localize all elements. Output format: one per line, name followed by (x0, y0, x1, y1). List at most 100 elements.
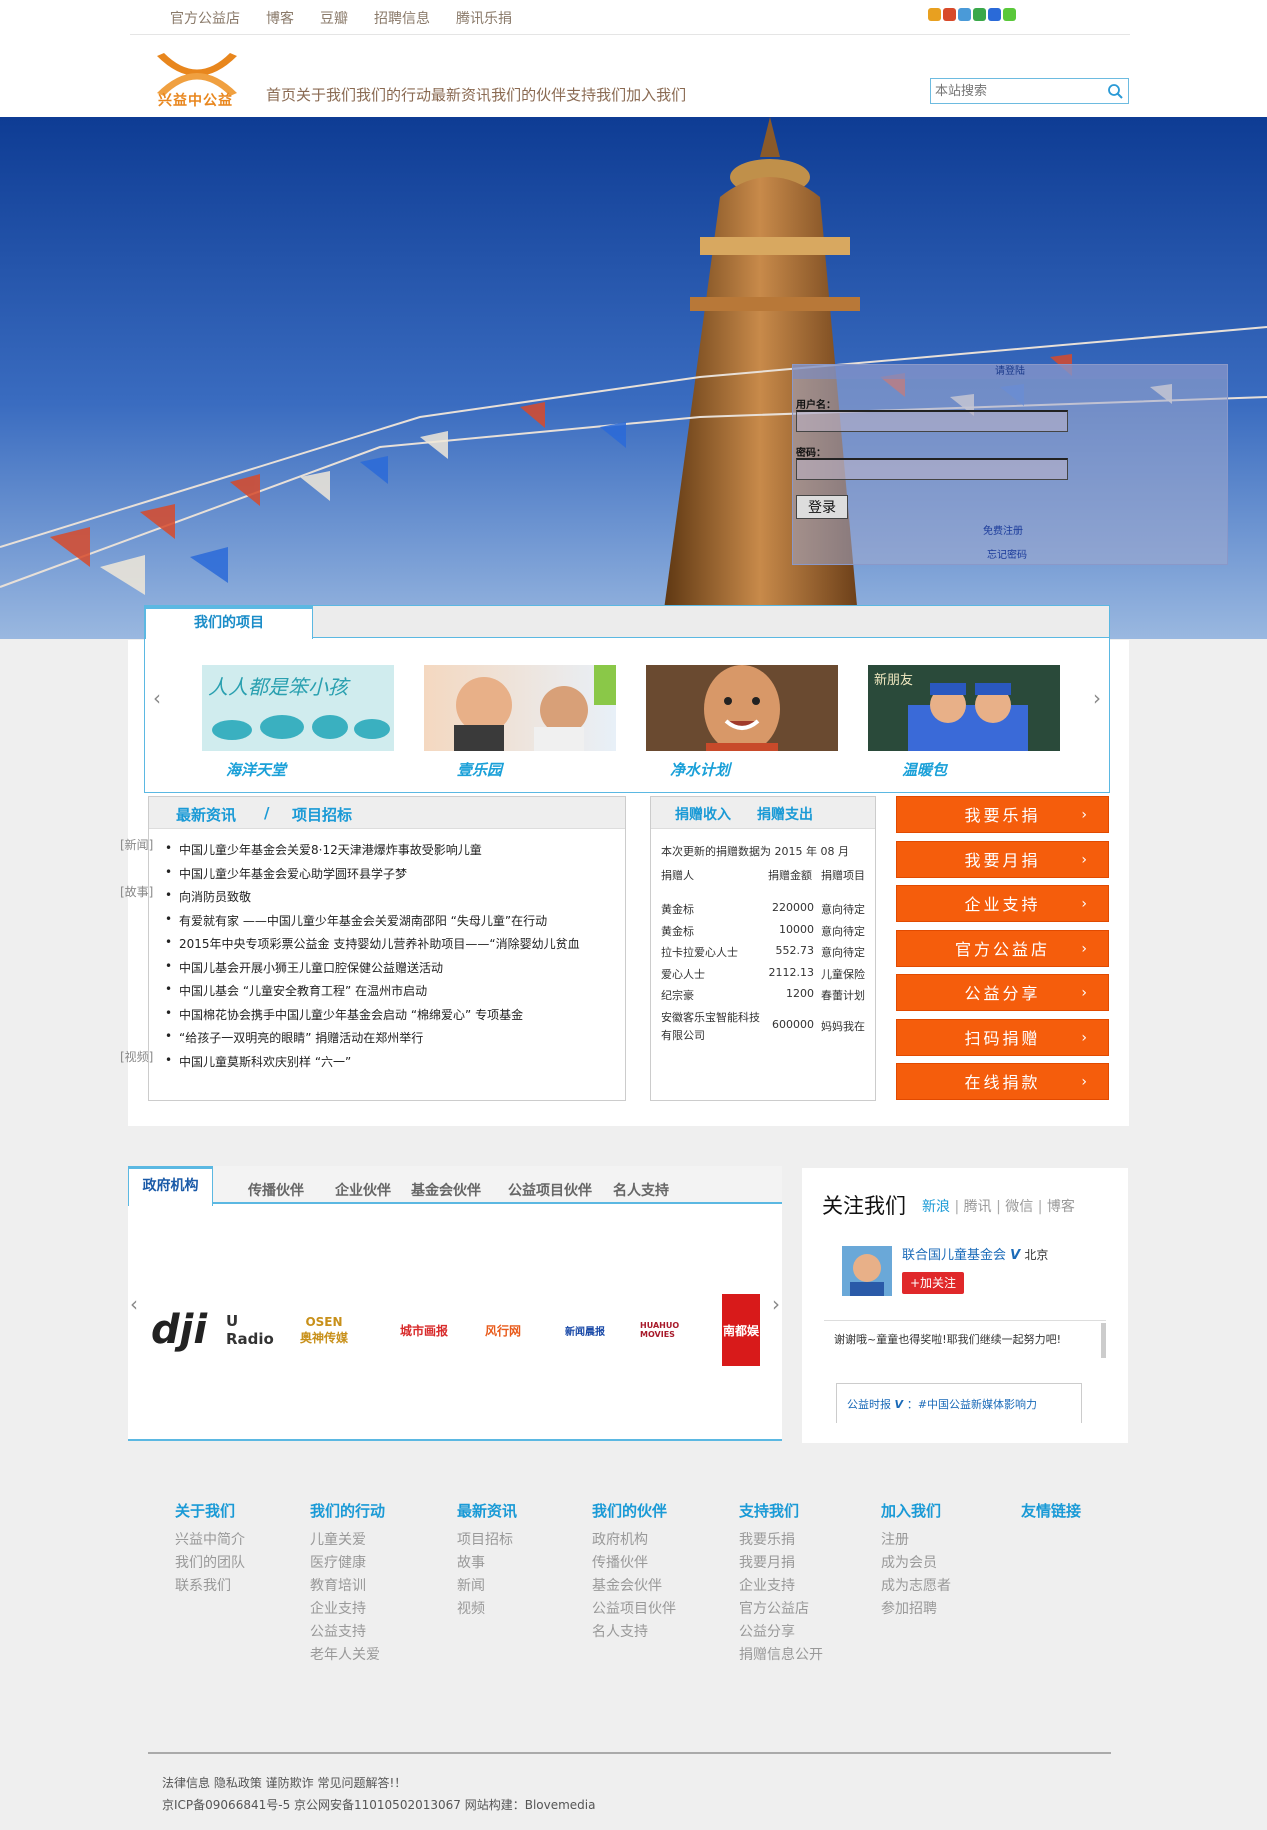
footer-column-title[interactable]: 友情链接 (1021, 1500, 1081, 1523)
news-item[interactable]: 中国棉花协会携手中国儿童少年基金会启动 “棉绵爱心” 专项基金 (165, 1006, 523, 1023)
renren-share-icon[interactable] (988, 8, 1001, 21)
forgot-password-link[interactable]: 忘记密码 (987, 546, 1027, 561)
footer-link[interactable]: 儿童关爱 (310, 1529, 385, 1552)
qzone-share-icon[interactable] (928, 8, 941, 21)
footer-link[interactable]: 成为志愿者 (881, 1575, 951, 1598)
partner-logo[interactable]: 南都娱 (722, 1294, 760, 1366)
quote-author[interactable]: 公益时报 (847, 1398, 891, 1411)
tab-news[interactable]: 最新资讯 (176, 804, 236, 825)
footer-link[interactable]: 成为会员 (881, 1552, 951, 1575)
tab-blog[interactable]: 博客 (1047, 1199, 1075, 1215)
news-item[interactable]: 有爱就有家 ——中国儿童少年基金会关爱湖南邵阳 “失母儿童”在行动 (165, 912, 547, 929)
wechat-share-icon[interactable] (973, 8, 986, 21)
top-link-blog[interactable]: 博客 (266, 8, 294, 28)
chevron-left-icon[interactable]: ‹ (153, 686, 161, 710)
footer-link[interactable]: 新闻 (457, 1575, 517, 1598)
nav-partners[interactable]: 我们的伙伴 (491, 84, 566, 105)
action-button[interactable]: 我要月捐 › (896, 840, 1109, 878)
news-item[interactable]: 中国儿童少年基金会爱心助学圆环县学子梦 (165, 865, 407, 882)
tab-donation-income[interactable]: 捐赠收入 (675, 804, 731, 824)
partner-logo[interactable]: 新闻晨报 (557, 1294, 613, 1366)
footer-link[interactable]: 基金会伙伴 (592, 1575, 676, 1598)
partner-logo[interactable]: 风行网 (477, 1294, 529, 1366)
top-link-douban[interactable]: 豆瓣 (320, 8, 348, 28)
tab-government[interactable]: 政府机构 (128, 1166, 213, 1206)
footer-column-title[interactable]: 关于我们 (175, 1500, 245, 1523)
nav-join[interactable]: 加入我们 (626, 84, 686, 105)
footer-link[interactable]: 项目招标 (457, 1529, 517, 1552)
footer-link[interactable]: 联系我们 (175, 1575, 245, 1598)
footer-column-title[interactable]: 支持我们 (739, 1500, 823, 1523)
action-button[interactable]: 公益分享 › (896, 974, 1109, 1011)
tab-projects[interactable]: 我们的项目 (145, 606, 313, 639)
nav-news[interactable]: 最新资讯 (431, 84, 491, 105)
partner-logo[interactable]: 城市画报 (394, 1294, 454, 1366)
chevron-right-icon[interactable]: › (772, 1292, 780, 1316)
action-button[interactable]: 官方公益店 › (896, 929, 1109, 967)
news-category-tag[interactable]: [视频] (120, 1048, 153, 1065)
partner-logo[interactable]: OSEN 奥神传媒 (300, 1294, 348, 1366)
footer-link[interactable]: 官方公益店 (739, 1598, 823, 1621)
footer-link[interactable]: 名人支持 (592, 1621, 676, 1644)
more-share-icon[interactable] (1003, 8, 1016, 21)
tweibo-share-icon[interactable] (958, 8, 971, 21)
news-item[interactable]: 中国儿基会 “儿童安全教育工程” 在温州市启动 (165, 982, 427, 999)
tab-project-partners[interactable]: 公益项目伙伴 (508, 1180, 592, 1200)
footer-link[interactable]: 我们的团队 (175, 1552, 245, 1575)
footer-link[interactable]: 注册 (881, 1529, 951, 1552)
top-link-jobs[interactable]: 招聘信息 (374, 8, 430, 28)
news-item[interactable]: 中国儿童莫斯科欢庆别样 “六一” (165, 1053, 351, 1070)
footer-link[interactable]: 企业支持 (310, 1598, 385, 1621)
footer-link[interactable]: 政府机构 (592, 1529, 676, 1552)
footer-link[interactable]: 参加招聘 (881, 1598, 951, 1621)
search-input[interactable] (935, 82, 1100, 100)
news-item[interactable]: 中国儿童少年基金会关爱8·12天津港爆炸事故受影响儿童 (165, 841, 482, 858)
chevron-left-icon[interactable]: ‹ (130, 1292, 138, 1316)
footer-link[interactable]: 医疗健康 (310, 1552, 385, 1575)
partner-logo[interactable]: dji (151, 1294, 207, 1366)
username-input[interactable] (796, 410, 1068, 432)
tab-foundation[interactable]: 基金会伙伴 (411, 1180, 481, 1200)
tab-enterprise[interactable]: 企业伙伴 (335, 1180, 391, 1200)
action-button[interactable]: 企业支持 › (896, 885, 1109, 922)
top-link-tencent[interactable]: 腾讯乐捐 (456, 8, 512, 28)
footer-column-title[interactable]: 最新资讯 (457, 1500, 517, 1523)
register-link[interactable]: 免费注册 (983, 522, 1023, 537)
news-item[interactable]: 中国儿基会开展小狮王儿童口腔保健公益赠送活动 (165, 959, 443, 976)
footer-column-title[interactable]: 加入我们 (881, 1500, 951, 1523)
partner-logo[interactable]: HUAHUO MOVIES (640, 1294, 698, 1366)
footer-link[interactable]: 兴益中简介 (175, 1529, 245, 1552)
footer-link[interactable]: 捐赠信息公开 (739, 1644, 823, 1667)
news-item[interactable]: “给孩子一双明亮的眼睛” 捐赠活动在郑州举行 (165, 1029, 423, 1046)
footer-link[interactable]: 公益项目伙伴 (592, 1598, 676, 1621)
footer-column-title[interactable]: 我们的行动 (310, 1500, 385, 1523)
footer-column-title[interactable]: 我们的伙伴 (592, 1500, 676, 1523)
tab-donation-expense[interactable]: 捐赠支出 (757, 804, 813, 824)
nav-support[interactable]: 支持我们 (566, 84, 626, 105)
nav-home[interactable]: 首页 (266, 84, 296, 105)
project-card[interactable]: 净水计划 (646, 665, 838, 780)
project-card[interactable]: 壹乐园 (424, 665, 616, 780)
weibo-share-icon[interactable] (943, 8, 956, 21)
footer-link[interactable]: 公益支持 (310, 1621, 385, 1644)
chevron-right-icon[interactable]: › (1093, 686, 1101, 710)
news-category-tag[interactable]: [新闻] (120, 836, 153, 853)
search-icon[interactable] (1107, 83, 1123, 99)
footer-link[interactable]: 教育培训 (310, 1575, 385, 1598)
follow-button[interactable]: +加关注 (902, 1272, 964, 1294)
footer-link[interactable]: 老年人关爱 (310, 1644, 385, 1667)
feed-scrollbar[interactable] (1101, 1323, 1106, 1358)
nav-about[interactable]: 关于我们 (296, 84, 356, 105)
tab-bidding[interactable]: 项目招标 (292, 804, 352, 825)
avatar[interactable] (842, 1246, 892, 1296)
news-item[interactable]: 向消防员致敬 (165, 888, 251, 905)
action-button[interactable]: 在线捐款 › (896, 1063, 1109, 1100)
nav-actions[interactable]: 我们的行动 (356, 84, 431, 105)
project-card[interactable]: 新朋友 温暖包 (868, 665, 1060, 780)
footer-link[interactable]: 传播伙伴 (592, 1552, 676, 1575)
tab-sina[interactable]: 新浪 (922, 1199, 950, 1215)
top-link-shop[interactable]: 官方公益店 (170, 8, 240, 28)
footer-link[interactable]: 视频 (457, 1598, 517, 1621)
footer-link[interactable]: 故事 (457, 1552, 517, 1575)
tab-celebrities[interactable]: 名人支持 (613, 1180, 669, 1200)
